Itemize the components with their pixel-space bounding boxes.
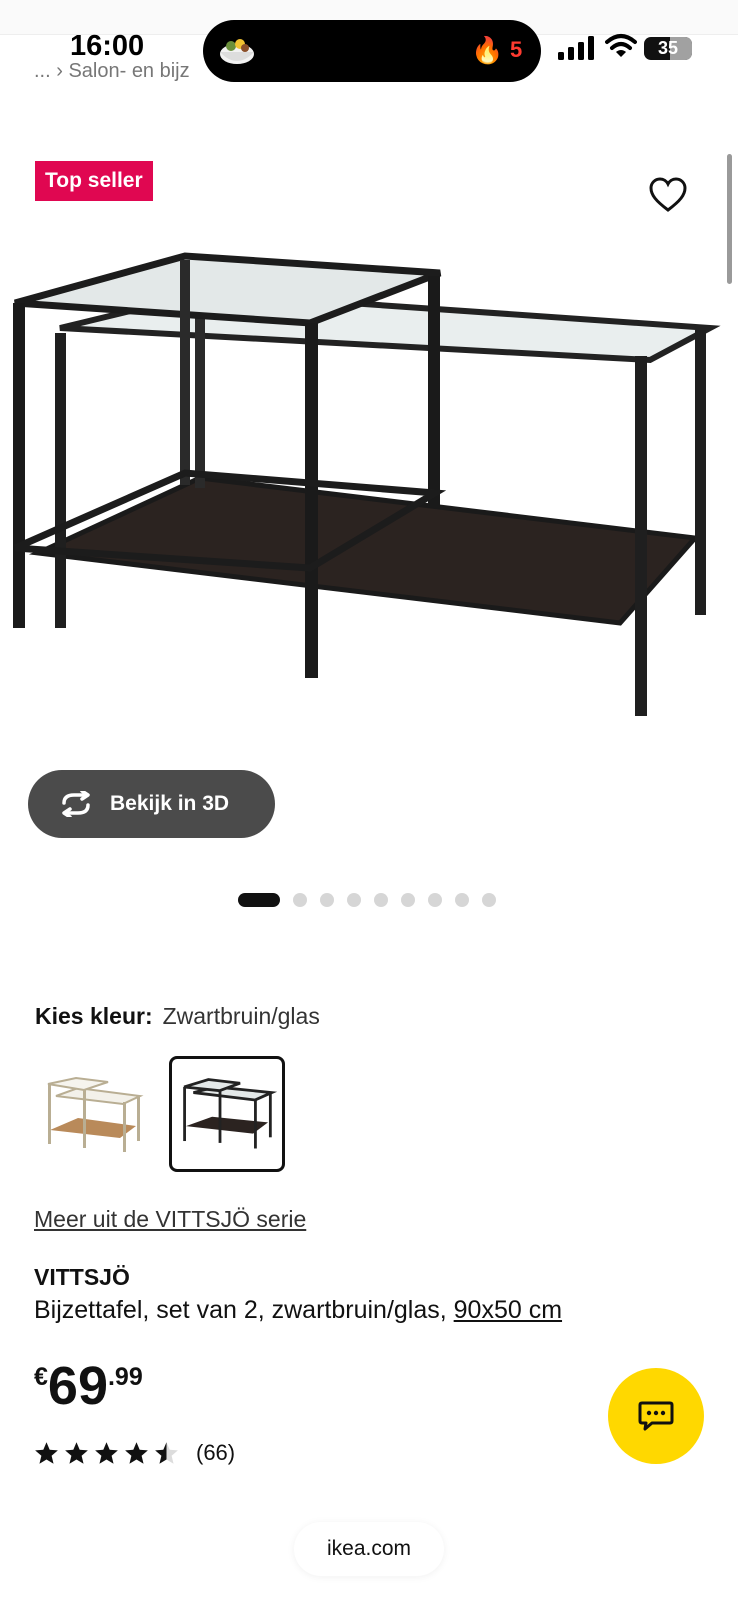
url-bar[interactable]: ikea.com	[294, 1522, 444, 1576]
color-label: Kies kleur:	[35, 1003, 153, 1029]
review-count: (66)	[196, 1440, 236, 1465]
color-selector-label: Kies kleur: Zwartbruin/glas	[35, 1003, 320, 1030]
product-rating[interactable]: (66)	[34, 1440, 235, 1466]
product-description-text: Bijzettafel, set van 2, zwartbruin/glas,	[34, 1296, 447, 1324]
status-time: 16:00	[70, 30, 145, 62]
product-size-link[interactable]: 90x50 cm	[454, 1296, 562, 1324]
color-swatch-white-stained-oak[interactable]	[38, 1056, 150, 1174]
series-link[interactable]: Meer uit de VITTSJÖ serie	[34, 1206, 306, 1233]
carousel-dot[interactable]	[401, 893, 415, 907]
carousel-dots[interactable]	[238, 893, 496, 907]
product-description: Bijzettafel, set van 2, zwartbruin/glas,…	[34, 1296, 562, 1325]
carousel-dot[interactable]	[293, 893, 307, 907]
view-3d-button[interactable]: Bekijk in 3D	[28, 770, 275, 838]
price-decimal: .99	[107, 1363, 143, 1391]
streak-count: 5	[510, 37, 523, 62]
ramen-bowl-icon	[220, 39, 254, 64]
battery-level: 35	[657, 38, 679, 58]
chat-button[interactable]	[608, 1368, 704, 1464]
rating-stars	[34, 1441, 179, 1465]
product-image[interactable]	[10, 248, 730, 748]
star-icon	[95, 1442, 118, 1464]
carousel-dot[interactable]	[428, 893, 442, 907]
view-3d-label: Bekijk in 3D	[110, 792, 230, 815]
fire-icon: 🔥	[471, 35, 504, 65]
dynamic-island[interactable]: 🔥 5	[203, 20, 541, 82]
star-icon	[155, 1442, 178, 1464]
color-value: Zwartbruin/glas	[162, 1003, 320, 1029]
product-name: VITTSJÖ	[34, 1264, 130, 1290]
wifi-icon	[605, 34, 637, 57]
price-whole: 69	[47, 1356, 108, 1416]
signal-icon	[558, 36, 594, 60]
chat-icon	[638, 1401, 674, 1431]
heart-icon[interactable]	[648, 177, 688, 213]
carousel-dot[interactable]	[482, 893, 496, 907]
battery-icon: 35	[644, 37, 692, 60]
carousel-dot[interactable]	[320, 893, 334, 907]
star-icon	[35, 1442, 58, 1464]
carousel-dot[interactable]	[374, 893, 388, 907]
color-swatch-black-brown-selected[interactable]	[169, 1056, 285, 1172]
breadcrumb[interactable]: ... › Salon- en bijz	[34, 60, 190, 83]
carousel-dot[interactable]	[455, 893, 469, 907]
star-icon	[125, 1442, 148, 1464]
product-price: €69.99	[34, 1355, 143, 1417]
top-seller-badge: Top seller	[35, 161, 153, 201]
carousel-dot[interactable]	[238, 893, 280, 907]
carousel-dot[interactable]	[347, 893, 361, 907]
star-icon	[65, 1442, 88, 1464]
price-currency: €	[34, 1363, 48, 1391]
rotate-3d-icon	[62, 791, 90, 817]
